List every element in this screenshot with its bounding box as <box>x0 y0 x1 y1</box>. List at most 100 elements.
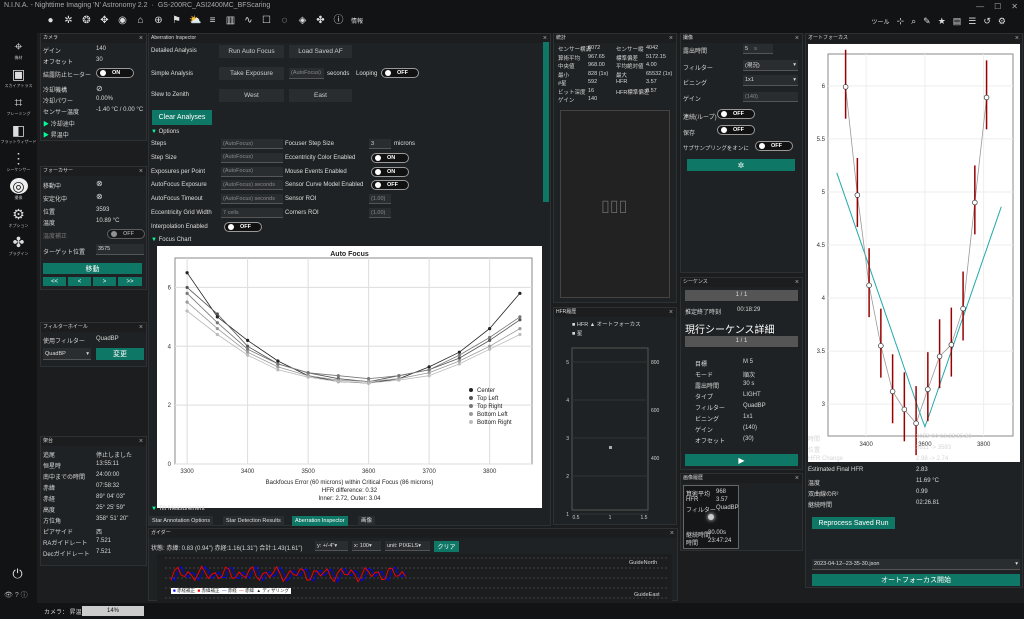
roi-input[interactable]: (1.00) <box>369 194 391 205</box>
close-icon[interactable]: × <box>139 437 143 446</box>
chart-icon[interactable]: ▥ <box>225 15 236 26</box>
dome-status-icon[interactable]: ⌂ <box>135 15 146 26</box>
star-icon[interactable]: ★ <box>938 16 946 27</box>
step-big-forward-button[interactable]: >> <box>118 277 142 286</box>
start-autofocus-button[interactable]: オートフォーカス開始 <box>812 574 1020 586</box>
bulb-icon[interactable]: ◌ <box>279 15 290 26</box>
clear-analyses-button[interactable]: Clear Analyses <box>152 110 212 125</box>
nav-options[interactable]: ⚙ オプション <box>0 206 37 229</box>
run-autofocus-button[interactable]: Run Auto Focus <box>219 45 284 58</box>
nav-atlas[interactable]: ▣ スカイアトラス <box>0 66 37 89</box>
close-icon[interactable]: × <box>669 34 673 43</box>
history-icon[interactable]: ↺ <box>983 16 991 27</box>
nav-imaging[interactable]: ◎ 撮像 <box>0 178 37 201</box>
info-icon[interactable]: ⓘ <box>333 15 344 26</box>
gear-icon[interactable]: ⚙ <box>998 16 1006 27</box>
option-toggle[interactable]: ON <box>371 152 409 163</box>
roi-input[interactable]: (1.00) <box>369 208 391 218</box>
close-icon[interactable]: ✕ <box>1011 2 1018 11</box>
interpolation-toggle[interactable]: OFF <box>224 222 262 232</box>
east-button[interactable]: East <box>289 89 352 102</box>
capture-button[interactable]: ✲ <box>687 159 795 171</box>
shield-icon[interactable]: ◈ <box>297 15 308 26</box>
reprocess-button[interactable]: Reprocess Saved Run <box>812 517 895 529</box>
filter-dropdown[interactable]: (現況) ▾ <box>743 60 798 71</box>
binning-dropdown[interactable]: 1x1 ▾ <box>743 75 798 86</box>
save-toggle[interactable]: OFF <box>717 125 755 135</box>
rotator-status-icon[interactable]: ✥ <box>99 15 110 26</box>
tilt-expander[interactable]: ▼ Tilt Measurement <box>151 506 205 512</box>
brush-icon[interactable]: ✎ <box>923 16 931 27</box>
y-range-select[interactable]: y: +/-4" ▾ <box>315 541 348 551</box>
close-icon[interactable]: × <box>669 308 673 317</box>
option-input[interactable]: (AutoFocus) <box>221 166 283 177</box>
exposure-input[interactable]: 5s <box>743 44 773 54</box>
focuser-status-icon[interactable]: ❂ <box>81 15 92 26</box>
info-label[interactable]: 情報 <box>351 16 363 25</box>
image-thumbnail[interactable]: 算術平均 968 HFR 3.57 フィルター QuadBP 継続時間 30.00s 時… <box>683 485 739 549</box>
option-input[interactable]: (AutoFocus) seconds <box>221 194 283 205</box>
move-button[interactable]: 移動 <box>43 263 142 274</box>
cooling-button[interactable]: ▶ 冷却途中 <box>43 119 75 128</box>
x-range-select[interactable]: x: 100 ▾ <box>352 541 381 551</box>
nav-flat-wizard[interactable]: ◧ フラットウィザード <box>0 122 37 145</box>
take-exposure-button[interactable]: Take Exposure <box>219 67 284 80</box>
loop-toggle[interactable]: OFF <box>717 109 755 119</box>
close-icon[interactable]: × <box>795 278 799 287</box>
option-input[interactable]: 7 cells <box>221 208 283 218</box>
wave-icon[interactable]: ∿ <box>243 15 254 26</box>
flatpanel-icon[interactable]: ☐ <box>261 15 272 26</box>
focus-chart-expander[interactable]: ▼ Focus Chart <box>151 237 191 243</box>
load-saved-af-button[interactable]: Load Saved AF <box>289 45 352 58</box>
guider-clear-button[interactable]: クリア <box>434 541 459 552</box>
options-expander[interactable]: ▼ Options <box>151 129 179 135</box>
close-icon[interactable]: × <box>670 529 674 538</box>
crosshair-icon[interactable]: ⊹ <box>897 16 905 27</box>
filter-select[interactable]: QuadBP ▾ <box>43 348 91 360</box>
subsample-toggle[interactable]: OFF <box>755 141 793 151</box>
start-sequence-button[interactable]: ▶ <box>685 454 798 466</box>
nav-equipment[interactable]: ⌖ 機材 <box>0 38 37 61</box>
close-icon[interactable]: × <box>139 323 143 332</box>
camera-status-icon[interactable]: ● <box>45 15 56 26</box>
option-toggle[interactable]: OFF <box>371 180 409 191</box>
tab-star-annotation[interactable]: Star Annotation Options <box>149 516 214 526</box>
close-icon[interactable]: × <box>795 474 799 483</box>
simple-exposure-input[interactable]: (AutoFocus) <box>289 68 324 79</box>
puzzle-icon[interactable]: ✤ <box>315 15 326 26</box>
tab-star-detection[interactable]: Star Detection Results <box>223 516 284 526</box>
option-input[interactable]: (AutoFocus) <box>221 152 283 163</box>
gain-input[interactable]: (140) <box>743 92 798 102</box>
step-forward-button[interactable]: > <box>93 277 116 286</box>
nav-plugins[interactable]: ✤ プラグイン <box>0 234 37 257</box>
west-button[interactable]: West <box>219 89 284 102</box>
close-icon[interactable]: × <box>795 34 799 43</box>
maximize-icon[interactable]: ☐ <box>994 2 1001 11</box>
weather-status-icon[interactable]: ⛅ <box>189 15 201 26</box>
focuser-step-input[interactable]: 3 <box>369 139 391 149</box>
looping-toggle[interactable]: OFF <box>381 68 419 78</box>
tab-image[interactable]: 画像 <box>358 516 376 526</box>
list-icon[interactable]: ☰ <box>968 16 976 27</box>
filterwheel-status-icon[interactable]: ✲ <box>63 15 74 26</box>
af-file-select[interactable]: 2023-04-12--23-35-30.json ▾ <box>812 559 1020 570</box>
close-icon[interactable]: × <box>1015 34 1019 43</box>
minimize-icon[interactable]: — <box>976 2 984 11</box>
temp-comp-toggle[interactable]: OFF <box>107 229 145 239</box>
step-big-back-button[interactable]: << <box>43 277 66 286</box>
close-icon[interactable]: × <box>139 167 143 176</box>
guider-status-icon[interactable]: ⊕ <box>153 15 164 26</box>
help-icons[interactable]: 👁 ? ⓘ <box>4 590 28 600</box>
warming-button[interactable]: ▶ 昇温中 <box>43 130 69 139</box>
option-toggle[interactable]: ON <box>371 166 409 177</box>
heater-toggle[interactable]: ON <box>96 68 134 78</box>
target-position-input[interactable]: 3575 <box>96 244 144 255</box>
aberration-scrollbar[interactable] <box>543 42 549 202</box>
zoom-icon[interactable]: ⌕ <box>911 16 916 27</box>
layout-icon[interactable]: ▤ <box>953 16 962 27</box>
option-input[interactable]: (AutoFocus) <box>221 139 283 149</box>
unit-select[interactable]: unit: PIXELS ▾ <box>385 541 430 551</box>
switch-status-icon[interactable]: ⚑ <box>171 15 182 26</box>
power-icon[interactable]: ⏻ <box>12 567 23 580</box>
change-filter-button[interactable]: 変更 <box>96 348 144 360</box>
